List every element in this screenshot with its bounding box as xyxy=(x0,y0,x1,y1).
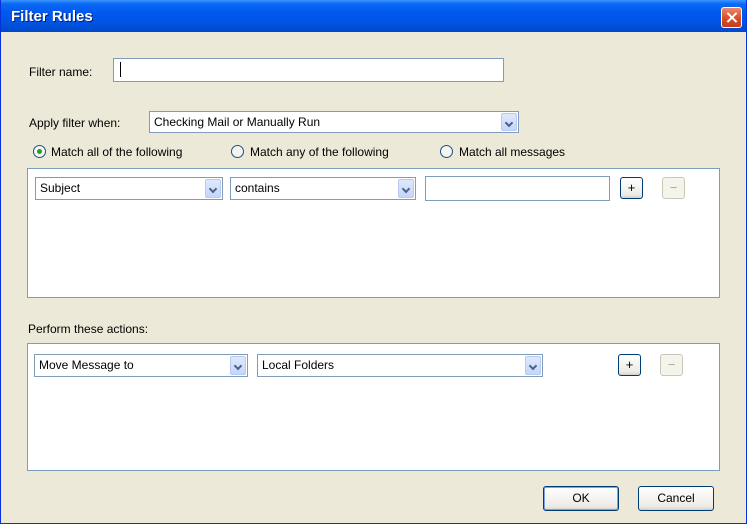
rule-operator-value: contains xyxy=(235,181,280,195)
rule-field-value: Subject xyxy=(40,181,81,195)
chevron-down-icon[interactable] xyxy=(501,113,517,131)
apply-when-label: Apply filter when: xyxy=(29,116,121,130)
ok-button[interactable]: OK xyxy=(543,486,619,511)
rule-operator-select[interactable]: contains xyxy=(230,177,416,200)
window-title: Filter Rules xyxy=(11,8,93,25)
filter-name-label: Filter name: xyxy=(29,65,93,79)
chevron-down-icon[interactable] xyxy=(398,179,414,198)
rule-value-input[interactable] xyxy=(425,176,610,201)
title-bar: Filter Rules xyxy=(1,0,746,32)
cancel-button[interactable]: Cancel xyxy=(638,486,714,511)
action-target-select[interactable]: Local Folders xyxy=(257,354,543,377)
match-all-label: Match all of the following xyxy=(51,145,183,159)
remove-rule-button[interactable]: − xyxy=(662,177,685,199)
rules-panel: Subject contains + − xyxy=(27,168,720,298)
remove-action-button[interactable]: − xyxy=(660,354,683,376)
chevron-down-icon[interactable] xyxy=(525,356,541,375)
apply-when-select[interactable]: Checking Mail or Manually Run xyxy=(149,111,519,133)
action-target-value: Local Folders xyxy=(262,358,335,372)
rule-field-select[interactable]: Subject xyxy=(35,177,223,200)
filter-rules-dialog: Filter Rules Filter name: Apply filter w… xyxy=(0,0,747,524)
add-rule-button[interactable]: + xyxy=(620,177,643,199)
text-caret xyxy=(120,62,121,77)
chevron-down-icon[interactable] xyxy=(230,356,246,375)
match-all-messages-radio[interactable] xyxy=(440,145,453,158)
action-select[interactable]: Move Message to xyxy=(34,354,248,377)
close-icon[interactable] xyxy=(721,7,742,28)
match-all-messages-label: Match all messages xyxy=(459,145,566,159)
actions-label: Perform these actions: xyxy=(28,322,149,336)
match-any-label: Match any of the following xyxy=(250,145,389,159)
add-action-button[interactable]: + xyxy=(618,354,641,376)
actions-panel: Move Message to Local Folders + − xyxy=(27,343,720,471)
chevron-down-icon[interactable] xyxy=(205,179,221,198)
filter-name-input[interactable] xyxy=(113,58,504,82)
match-any-radio[interactable] xyxy=(231,145,244,158)
apply-when-value: Checking Mail or Manually Run xyxy=(154,115,321,129)
match-all-radio[interactable] xyxy=(33,145,46,158)
action-value: Move Message to xyxy=(39,358,134,372)
